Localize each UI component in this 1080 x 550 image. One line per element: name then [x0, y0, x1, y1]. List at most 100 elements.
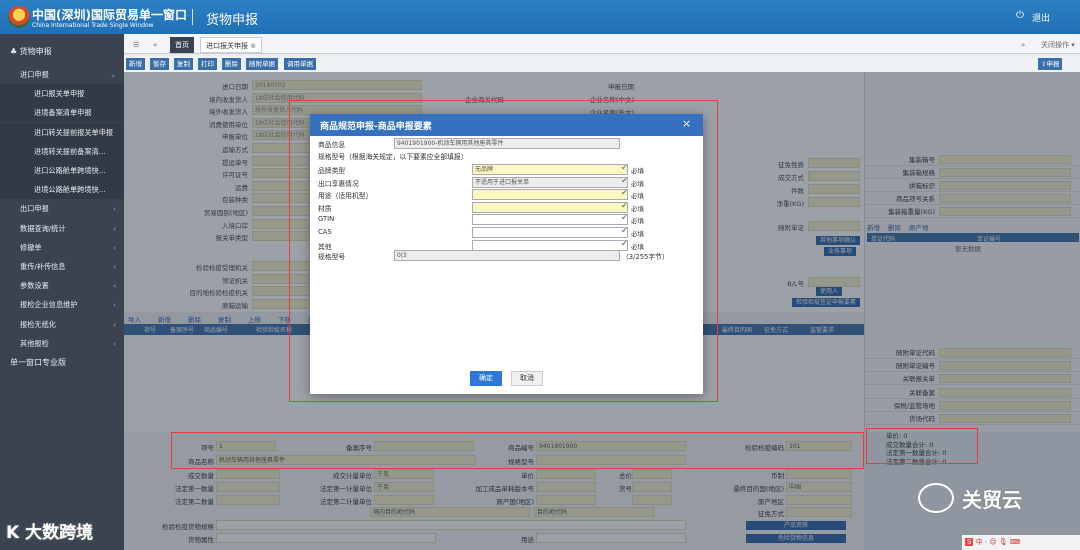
required-check-icon[interactable]: ✔	[621, 239, 628, 248]
required-check-icon[interactable]: ✔	[621, 226, 628, 235]
sidebar: ♣ 货物申报 进口申报 ⌄ 进口报关单申报 进境备案清单申报 进口转关提前报关单申报 进境…	[0, 34, 124, 550]
sidebar-item-12[interactable]: 报检企业信息维护 ‹	[0, 295, 124, 314]
back-icon[interactable]: «	[148, 37, 162, 53]
sidebar-item-8[interactable]: 数据查询/统计 ‹	[0, 219, 124, 238]
spec-byte-count: （3/255字节）	[622, 253, 669, 261]
toolbar-button-1[interactable]: 暂存	[150, 58, 169, 70]
sidebar-item-10[interactable]: 重传/补传信息 ‹	[0, 257, 124, 276]
sidebar-item-14[interactable]: 其他报检 ‹	[0, 334, 124, 353]
dialog-field-3[interactable]	[472, 201, 628, 213]
sidebar-item-13[interactable]: 报检无纸化 ‹	[0, 315, 124, 334]
required-check-icon[interactable]: ✔	[621, 213, 628, 222]
dialog-label-3: 材质	[318, 204, 332, 213]
spec-elements-dialog: 商品规范申报-商品申报要素 × 商品信息 9401901900-机动车辆用其他座…	[310, 114, 703, 394]
required-check-icon[interactable]: ✔	[621, 188, 628, 197]
spec-model-field: 0|3	[394, 250, 620, 261]
sidebar-item-15[interactable]: 单一窗口专业版	[10, 353, 134, 372]
product-info-field: 9401901900-机动车辆用其他座具零件	[394, 138, 620, 149]
tab-import-declare[interactable]: 进口报关申报 ⊗	[200, 37, 263, 53]
highlight-box-goods	[171, 432, 864, 469]
dialog-label-6: 其他	[318, 242, 332, 251]
dialog-field-5[interactable]	[472, 227, 628, 238]
toolbar-button-6[interactable]: 调用单据	[284, 58, 316, 70]
dialog-label-0: 品牌类型	[318, 167, 346, 175]
sidebar-item-3[interactable]: 进口转关提前报关单申报	[0, 122, 124, 142]
chevron-left-icon: ‹	[113, 242, 116, 252]
sidebar-item-1[interactable]: 进口报关单申报	[0, 84, 124, 104]
dialog-label-5: CAS	[318, 228, 332, 236]
site-title: 中国(深圳)国际贸易单一窗口	[32, 8, 187, 22]
declare-button[interactable]: ⇪申报	[1038, 58, 1063, 70]
exit-button[interactable]: 退出	[1032, 11, 1050, 24]
required-label-2: 必填	[631, 192, 644, 201]
required-check-icon[interactable]: ✔	[621, 163, 628, 172]
sidebar-item-5[interactable]: 进口公路舱单跨境快...	[0, 161, 124, 180]
toolbar-button-0[interactable]: 新增	[126, 58, 145, 70]
ime-tray[interactable]: S 中 · ☺ 🎙 ⌨	[962, 535, 1080, 550]
watermark-left: K 大数跨境	[6, 523, 94, 543]
chevron-left-icon: ‹	[113, 281, 116, 291]
required-check-icon[interactable]: ✔	[621, 201, 628, 210]
module-title: 货物申报	[206, 13, 259, 28]
tab-home[interactable]: 首页	[170, 37, 194, 53]
cube-icon: ♣	[10, 47, 20, 56]
required-label-4: 必填	[631, 217, 644, 226]
toolbar-button-5[interactable]: 随附单据	[246, 58, 278, 70]
sidebar-item-0[interactable]: 进口申报 ⌄	[0, 65, 124, 84]
top-bar: 中国(深圳)国际贸易单一窗口 China International Trade…	[0, 0, 1080, 34]
watermark-right: 关贸云	[962, 488, 1022, 512]
dialog-field-0[interactable]: 无品牌	[472, 164, 628, 175]
sidebar-item-4[interactable]: 进境转关提前备案清...	[0, 141, 124, 161]
toolbar-button-3[interactable]: 打印	[198, 58, 217, 70]
logo-kdo-icon: K	[6, 523, 26, 543]
title-divider	[192, 9, 193, 25]
required-label-3: 必填	[631, 204, 644, 213]
spec-model-label: 规格型号	[318, 253, 346, 261]
toolbar-button-4[interactable]: 删除	[222, 58, 241, 70]
menu-toggle-icon[interactable]: ☰	[128, 37, 144, 53]
dialog-label-1: 出口享惠情况	[318, 179, 359, 188]
sidebar-item-2[interactable]: 进境备案清单申报	[0, 103, 124, 123]
dialog-label-2: 用途（适用机型）	[318, 192, 373, 201]
chevron-left-icon: ‹	[113, 300, 116, 310]
close-tab-icon[interactable]: ⊗	[250, 42, 256, 50]
logo-icon	[8, 6, 30, 28]
wechat-icon	[918, 483, 954, 513]
chevron-left-icon: ‹	[113, 204, 116, 214]
close-ops-menu[interactable]: 关闭操作 ▾	[1036, 37, 1080, 53]
dialog-field-4[interactable]	[472, 214, 628, 226]
highlight-box-stats	[866, 428, 978, 464]
sidebar-item-6[interactable]: 进境公路舱单跨境快...	[0, 180, 124, 200]
dialog-field-2[interactable]	[472, 189, 628, 201]
forward-icon[interactable]: »	[1016, 37, 1030, 53]
chevron-left-icon: ‹	[113, 223, 116, 233]
confirm-button[interactable]: 确定	[470, 371, 502, 386]
toolbar-button-2[interactable]: 复制	[174, 58, 193, 70]
power-icon[interactable]: ⏻	[1016, 10, 1024, 21]
sidebar-item-11[interactable]: 参数设置 ‹	[0, 276, 124, 295]
dialog-field-1[interactable]: 不适用于进口报关单	[472, 176, 628, 188]
cancel-button[interactable]: 取消	[511, 371, 543, 386]
chevron-left-icon: ‹	[113, 338, 116, 348]
dialog-field-6[interactable]	[472, 239, 628, 251]
sidebar-item-9[interactable]: 修撤单 ‹	[0, 238, 124, 257]
close-icon[interactable]: ×	[682, 117, 691, 130]
dialog-title: 商品规范申报-商品申报要素	[320, 122, 432, 132]
product-info-label: 商品信息	[318, 141, 346, 149]
required-check-icon[interactable]: ✔	[621, 176, 628, 185]
required-label-6: 必填	[631, 242, 644, 251]
sidebar-header[interactable]: ♣ 货物申报	[10, 42, 134, 61]
sidebar-item-7[interactable]: 出口申报 ‹	[0, 199, 124, 218]
toolbar: 新增 暂存 复制 打印 删除 随附单据 调用单据 ⇪申报	[124, 56, 1080, 72]
chevron-left-icon: ‹	[113, 319, 116, 329]
dialog-note: 规格型号（根据海关规定，以下要素应全部填报）	[318, 153, 468, 161]
dialog-header: 商品规范申报-商品申报要素 ×	[310, 114, 703, 136]
site-subtitle: China International Trade Single Window	[32, 22, 154, 29]
dialog-label-4: GTIN	[318, 215, 335, 224]
chevron-down-icon: ⌄	[109, 70, 116, 79]
required-label-0: 必填	[631, 167, 644, 175]
chevron-left-icon: ‹	[113, 262, 116, 271]
tab-bar: ☰ « 首页 进口报关申报 ⊗ » 关闭操作 ▾	[124, 34, 1080, 54]
required-label-5: 必填	[631, 230, 644, 238]
required-label-1: 必填	[631, 179, 644, 188]
